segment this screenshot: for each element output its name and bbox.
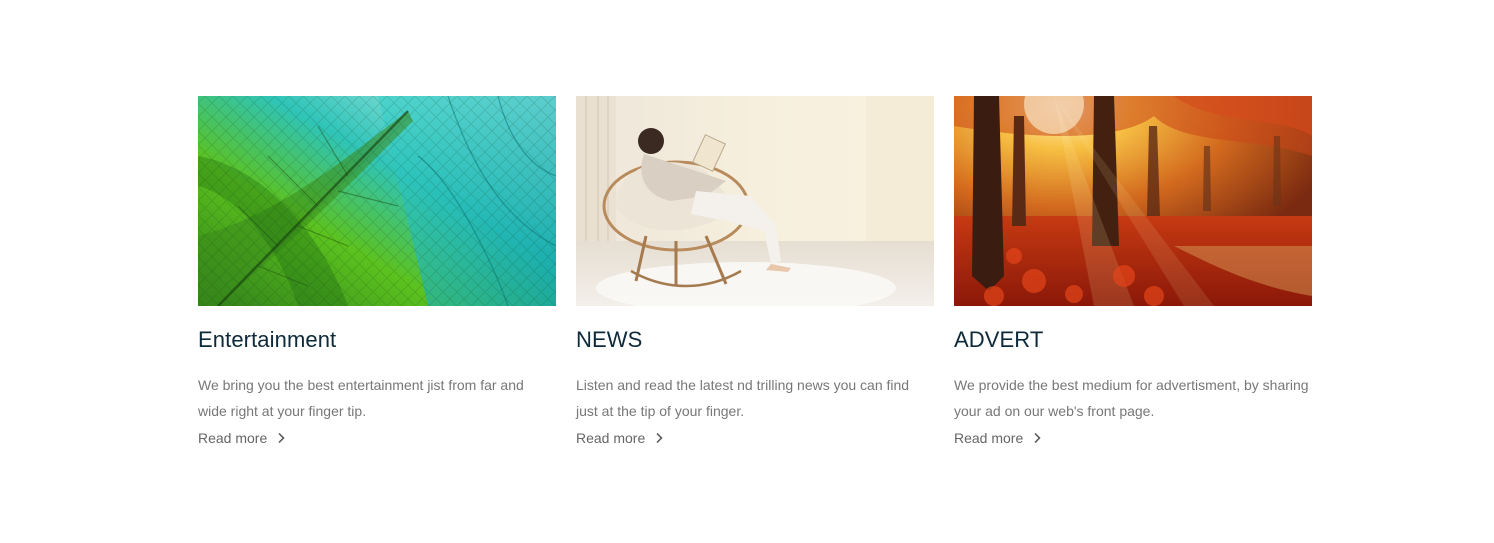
card-description: Listen and read the latest nd trilling n… (576, 377, 910, 419)
card-image-forest[interactable] (954, 96, 1312, 306)
card-description: We provide the best medium for advertism… (954, 377, 1309, 419)
read-more-label: Read more (198, 430, 268, 446)
read-more-label: Read more (576, 430, 646, 446)
card-title: NEWS (576, 327, 643, 352)
card-entertainment: Entertainment We bring you the best ente… (198, 96, 556, 448)
card-description: We bring you the best entertainment jist… (198, 377, 524, 419)
feature-cards: Entertainment We bring you the best ente… (198, 96, 1312, 448)
card-news: NEWS Listen and read the latest nd trill… (576, 96, 934, 448)
card-advert: ADVERT We provide the best medium for ad… (954, 96, 1312, 448)
read-more-link[interactable]: Read more (198, 428, 287, 448)
read-more-link[interactable]: Read more (954, 428, 1043, 448)
chevron-right-icon (278, 432, 285, 444)
read-more-link[interactable]: Read more (576, 428, 665, 448)
card-image-reading[interactable] (576, 96, 934, 306)
chevron-right-icon (656, 432, 663, 444)
read-more-label: Read more (954, 430, 1024, 446)
woman-reading-chair-image (576, 96, 934, 306)
card-title: Entertainment (198, 327, 337, 352)
chevron-right-icon (1034, 432, 1041, 444)
card-image-leaf[interactable] (198, 96, 556, 306)
autumn-forest-image (954, 96, 1312, 306)
card-title: ADVERT (954, 327, 1044, 352)
leaf-veins-image (198, 96, 556, 306)
